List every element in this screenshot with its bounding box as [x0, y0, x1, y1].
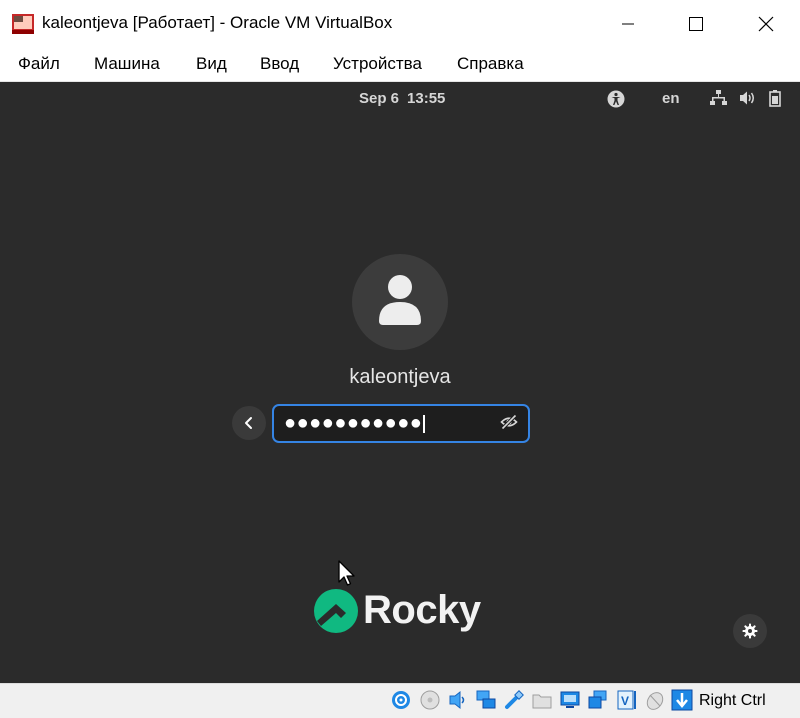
menu-machine[interactable]: Машина: [92, 54, 162, 74]
maximize-icon: [689, 17, 703, 31]
clock-date: Sep 6: [359, 90, 400, 107]
accessibility-icon[interactable]: [607, 90, 625, 113]
chevron-left-icon: [245, 417, 252, 429]
close-icon: [758, 16, 774, 32]
mouse-integration-icon[interactable]: [643, 689, 665, 711]
optical-drive-icon[interactable]: [419, 689, 441, 711]
menu-view[interactable]: Вид: [194, 54, 229, 74]
audio-icon[interactable]: [447, 689, 469, 711]
menu-help[interactable]: Справка: [455, 54, 526, 74]
rocky-logo: Rocky: [313, 586, 493, 634]
user-avatar: [352, 254, 448, 350]
menu-file[interactable]: Файл: [16, 54, 62, 74]
clock-time: 13:55: [407, 90, 446, 107]
gear-icon: [742, 623, 758, 639]
window-titlebar: kaleontjeva [Работает] - Oracle VM Virtu…: [0, 0, 800, 48]
back-button[interactable]: [232, 406, 266, 440]
battery-icon[interactable]: [769, 90, 781, 112]
rocky-mountain-icon: [314, 589, 358, 633]
login-username: kaleontjeva: [349, 366, 451, 388]
svg-text:V: V: [621, 694, 629, 708]
clock[interactable]: Sep 6 13:55: [359, 90, 453, 107]
virtualbox-app-icon: [12, 14, 34, 34]
volume-icon[interactable]: [739, 90, 756, 111]
user-silhouette-icon: [379, 275, 421, 325]
maximize-button[interactable]: [673, 0, 719, 48]
minimize-icon: [622, 23, 634, 25]
session-settings-button[interactable]: [733, 614, 767, 648]
minimize-button[interactable]: [605, 0, 651, 48]
show-password-toggle[interactable]: [500, 414, 518, 435]
eye-crossed-icon: [500, 414, 518, 430]
usb-icon[interactable]: [503, 689, 525, 711]
rocky-wordmark: Rocky: [363, 588, 481, 632]
recording-icon[interactable]: [587, 689, 609, 711]
keyboard-capture-icon[interactable]: [671, 689, 693, 711]
host-key-label: Right Ctrl: [699, 692, 766, 709]
vm-display[interactable]: Sep 6 13:55 en kaleontjeva ●●●●●●●●●●● R…: [0, 82, 800, 683]
menu-bar: Файл Машина Вид Ввод Устройства Справка: [0, 48, 800, 82]
menu-input[interactable]: Ввод: [258, 54, 301, 74]
text-caret: [423, 414, 426, 433]
vt-x-icon[interactable]: V: [615, 689, 637, 711]
menu-devices[interactable]: Устройства: [331, 54, 424, 74]
window-title: kaleontjeva [Работает] - Oracle VM Virtu…: [42, 13, 393, 32]
display-icon[interactable]: [559, 689, 581, 711]
password-input[interactable]: ●●●●●●●●●●●: [272, 404, 530, 443]
close-button[interactable]: [743, 0, 789, 48]
password-mask: ●●●●●●●●●●●: [284, 412, 423, 434]
network-adapter-icon[interactable]: [475, 689, 497, 711]
network-wired-icon[interactable]: [710, 90, 727, 111]
shared-folders-icon[interactable]: [531, 689, 553, 711]
hard-disk-activity-icon[interactable]: [390, 689, 412, 711]
status-bar: V Right Ctrl: [0, 683, 800, 718]
language-indicator[interactable]: en: [662, 90, 680, 107]
